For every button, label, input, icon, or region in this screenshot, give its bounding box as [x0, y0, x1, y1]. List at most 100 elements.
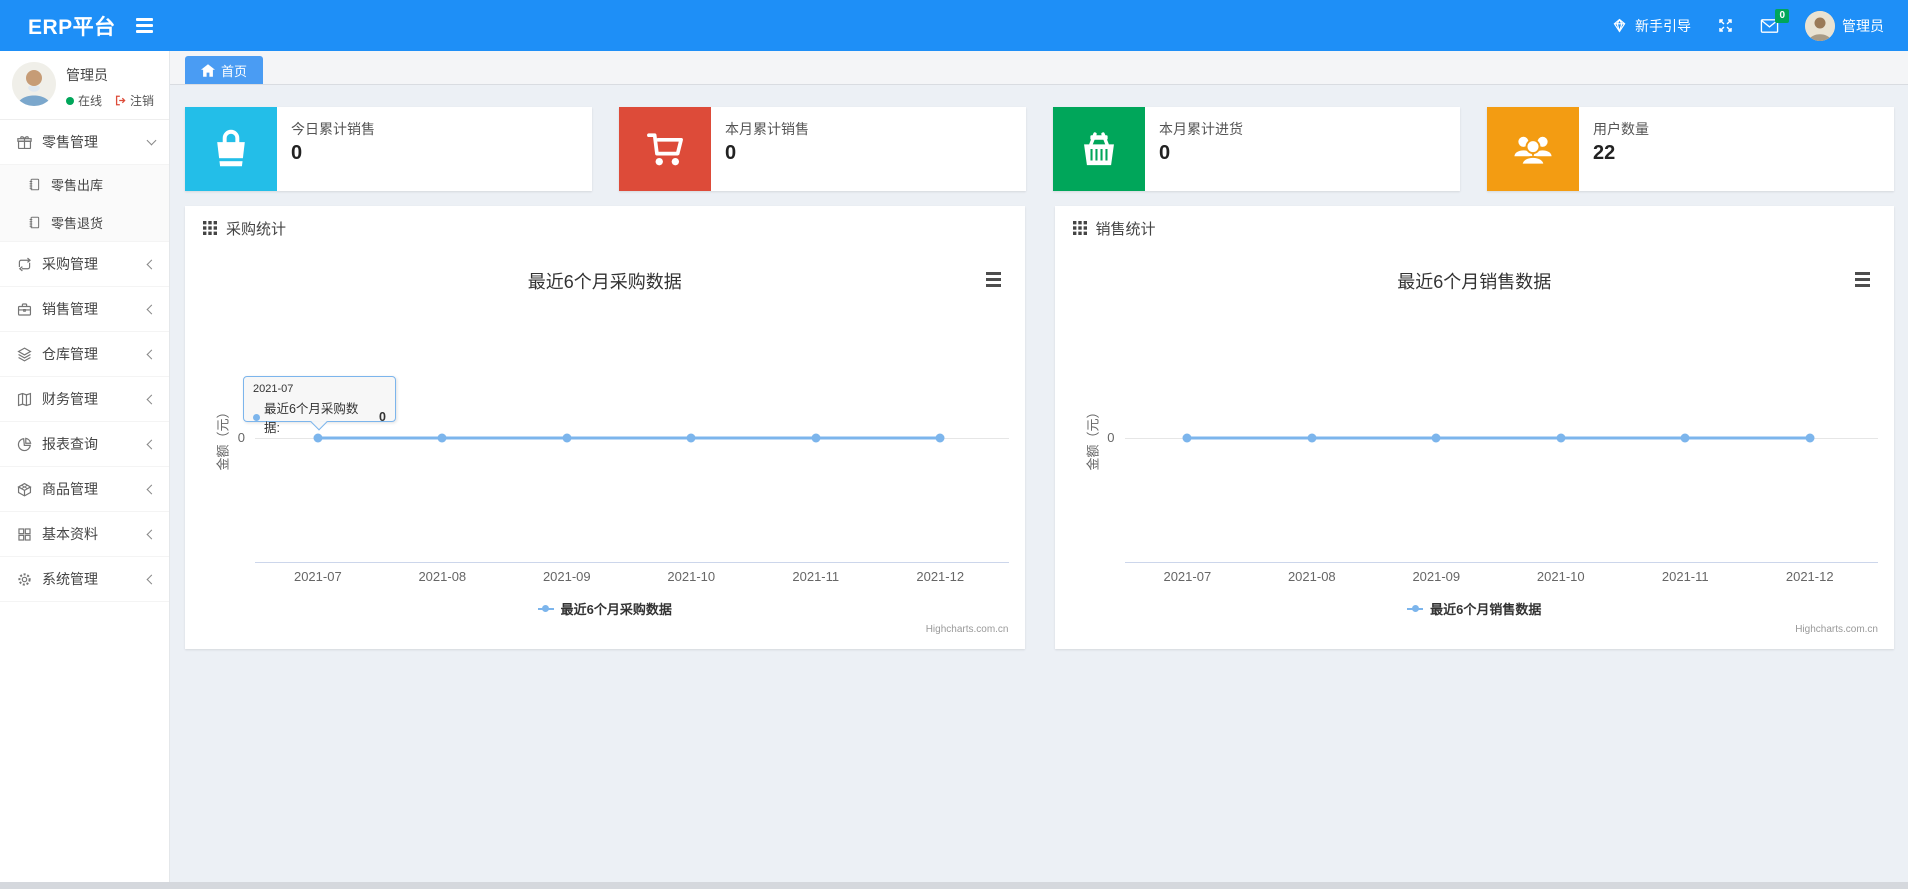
- legend-marker-icon: [537, 604, 554, 613]
- journal-icon: [27, 215, 43, 230]
- cart-icon: [619, 107, 711, 191]
- sidebar-item-product-management[interactable]: 商品管理: [0, 467, 169, 512]
- stat-value: 22: [1593, 142, 1616, 164]
- panel-header: 销售统计: [1055, 206, 1895, 250]
- fullscreen-button[interactable]: [1717, 17, 1734, 34]
- user-menu[interactable]: 管理员: [1805, 10, 1884, 41]
- chevron-left-icon: [146, 349, 157, 359]
- sidebar-item-retail-return[interactable]: 零售退货: [0, 203, 169, 241]
- tab-home[interactable]: 首页: [185, 56, 264, 84]
- stat-card-month-purchase: 本月累计进货 0: [1053, 107, 1460, 191]
- x-axis-label: 2021-11: [792, 569, 840, 584]
- data-point[interactable]: [686, 433, 696, 443]
- data-point[interactable]: [1307, 433, 1317, 443]
- gift-icon: [15, 134, 33, 151]
- home-icon: [201, 63, 215, 77]
- x-axis-label: 2021-09: [542, 569, 591, 584]
- sidebar-item-purchase-management[interactable]: 采购管理: [0, 242, 169, 287]
- sidebar-item-basic-data[interactable]: 基本资料: [0, 512, 169, 557]
- horizontal-scrollbar[interactable]: [0, 882, 1908, 889]
- data-point[interactable]: [1182, 433, 1192, 443]
- y-axis-title: 金额（元）: [1085, 405, 1100, 471]
- chevron-down-icon: [146, 135, 157, 146]
- legend-item[interactable]: 最近6个月采购数据: [185, 599, 1025, 618]
- sidebar-item-finance-management[interactable]: 财务管理: [0, 377, 169, 422]
- sidebar-item-retail-management[interactable]: 零售管理: [0, 120, 169, 165]
- x-axis-label: 2021-10: [667, 569, 716, 584]
- stat-value: 0: [1159, 142, 1171, 164]
- legend-item[interactable]: 最近6个月销售数据: [1055, 599, 1895, 618]
- tooltip-value: 0: [379, 410, 386, 424]
- stat-value: 0: [291, 142, 303, 164]
- tab-bar: 首页: [170, 51, 1908, 85]
- data-point[interactable]: [562, 433, 572, 443]
- guide-button[interactable]: 新手引导: [1611, 16, 1691, 36]
- briefcase-icon: [15, 301, 33, 318]
- message-count-badge: 0: [1775, 8, 1789, 23]
- data-point[interactable]: [1680, 433, 1690, 443]
- sidebar-item-report-query[interactable]: 报表查询: [0, 422, 169, 467]
- fullscreen-icon: [1717, 17, 1734, 34]
- data-point[interactable]: [935, 433, 945, 443]
- online-status-icon: [66, 96, 74, 105]
- panel-title: 采购统计: [226, 220, 287, 238]
- stat-label: 今日累计销售: [291, 121, 375, 137]
- pie-chart-icon: [15, 436, 33, 453]
- chevron-left-icon: [146, 574, 157, 584]
- sidebar-item-retail-outbound[interactable]: 零售出库: [0, 165, 169, 203]
- sidebar-item-warehouse-management[interactable]: 仓库管理: [0, 332, 169, 377]
- data-point[interactable]: [811, 433, 821, 443]
- sidebar: 管理员 在线 注销 零售管理 零售出库 零售退货 采购管理 销售管理 仓库管理 …: [0, 51, 170, 889]
- tooltip-series-label: 最近6个月采购数据:: [263, 402, 359, 435]
- highcharts-credits-link[interactable]: Highcharts.com.cn: [1795, 624, 1878, 635]
- stat-cards-row: 今日累计销售 0 本月累计销售 0 本月累计进货 0 用户数量 22: [185, 107, 1894, 191]
- x-axis-label: 2021-09: [1412, 569, 1461, 584]
- sidebar-user-name: 管理员: [66, 67, 108, 83]
- x-axis-line: [1124, 562, 1878, 563]
- chevron-left-icon: [146, 439, 157, 449]
- tooltip-series-marker: [253, 413, 260, 421]
- data-point[interactable]: [1431, 433, 1441, 443]
- y-axis-title: 金额（元）: [215, 405, 231, 471]
- app-brand[interactable]: ERP平台: [0, 11, 116, 41]
- messages-button[interactable]: 0: [1760, 8, 1789, 34]
- hamburger-icon[interactable]: [135, 18, 153, 33]
- chevron-left-icon: [146, 394, 157, 404]
- stat-card-user-count: 用户数量 22: [1487, 107, 1894, 191]
- th-grid-icon: [1072, 221, 1087, 235]
- ledger-icon: [15, 391, 33, 408]
- stat-label: 用户数量: [1593, 121, 1649, 137]
- tooltip-date: 2021-07: [253, 383, 294, 395]
- sidebar-item-system-management[interactable]: 系统管理: [0, 557, 169, 602]
- highcharts-credits-link[interactable]: Highcharts.com.cn: [926, 624, 1009, 635]
- gear-icon: [15, 571, 33, 588]
- x-axis-label: 2021-07: [1163, 569, 1212, 584]
- shopping-bag-icon: [185, 107, 277, 191]
- chevron-left-icon: [146, 529, 157, 539]
- users-icon: [1487, 107, 1579, 191]
- main-content: 首页 今日累计销售 0 本月累计销售 0 本月累计进货 0 用户数量 22 采购…: [170, 51, 1908, 889]
- panel-title: 销售统计: [1095, 220, 1156, 238]
- x-axis-line: [255, 562, 1009, 563]
- plot-area: 2021-07 2021-08 2021-09 2021-10 2021-11 2021-…: [1124, 250, 1878, 649]
- th-grid-icon: [203, 221, 217, 235]
- journal-icon: [27, 177, 43, 192]
- stat-value: 0: [725, 142, 737, 164]
- box-icon: [15, 481, 33, 498]
- stat-card-month-sales: 本月累计销售 0: [619, 107, 1026, 191]
- sales-stats-panel: 销售统计 最近6个月销售数据 0 金额（元） 2021-07 2021-08 202…: [1054, 206, 1895, 649]
- sidebar-item-sales-management[interactable]: 销售管理: [0, 287, 169, 332]
- grid-icon: [15, 526, 33, 543]
- purchase-stats-panel: 采购统计 最近6个月采购数据 0 金额（元） 2021-07 2021-08 202…: [185, 206, 1025, 649]
- sales-chart: 最近6个月销售数据 0 金额（元） 2021-07 2021-08 2021-09 2…: [1055, 250, 1895, 649]
- x-axis-label: 2021-12: [1785, 569, 1834, 584]
- series-line: [1187, 436, 1810, 440]
- chevron-left-icon: [146, 484, 157, 494]
- retail-submenu: 零售出库 零售退货: [0, 165, 169, 242]
- logout-button[interactable]: 注销: [114, 92, 154, 109]
- data-point[interactable]: [437, 433, 447, 443]
- data-point[interactable]: [1805, 433, 1815, 443]
- data-point[interactable]: [1556, 433, 1566, 443]
- repeat-icon: [15, 256, 33, 273]
- x-axis-label: 2021-11: [1661, 569, 1709, 584]
